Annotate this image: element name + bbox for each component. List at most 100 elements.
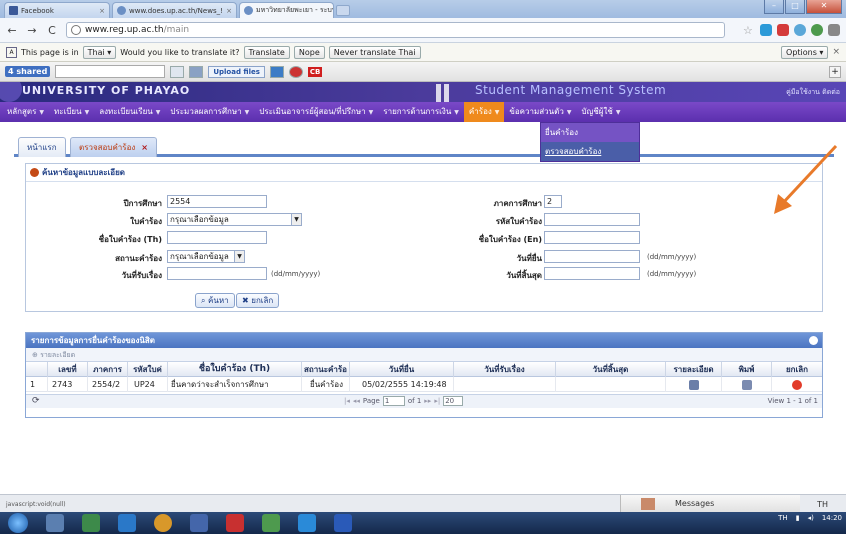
record-icon[interactable] <box>288 65 303 78</box>
year-input[interactable]: 2554 <box>167 195 267 208</box>
menu-item-account[interactable]: บัญชีผู้ใช้ ▼ <box>576 102 625 122</box>
menu-item-requests[interactable]: คำร้อง ▼ <box>463 102 505 122</box>
app-icon[interactable] <box>262 514 280 532</box>
detail-toolbar-button[interactable]: ⊕ รายละเอียด <box>32 351 75 359</box>
submit-date-input[interactable] <box>544 250 640 263</box>
pocket-icon[interactable] <box>777 24 789 36</box>
last-page-icon[interactable]: ▸| <box>434 397 440 405</box>
name-en-input[interactable] <box>544 231 640 244</box>
plus-icon[interactable]: + <box>829 65 841 78</box>
browser-tab-news[interactable]: www.does.up.ac.th/News_! × <box>112 2 237 18</box>
menu-item-grades[interactable]: ประมวลผลการศึกษา ▼ <box>165 102 254 122</box>
cb-button[interactable]: CB <box>307 66 323 77</box>
address-bar[interactable]: www.reg.up.ac.th/main <box>66 22 725 38</box>
star-icon[interactable]: ☆ <box>743 24 755 37</box>
maximize-button[interactable]: □ <box>785 0 805 14</box>
end-date-input[interactable] <box>544 267 640 280</box>
form-select[interactable]: กรุณาเลือกข้อมูล ▼ <box>167 213 302 226</box>
reload-icon[interactable]: C <box>46 24 58 37</box>
dropdown-item-check-request[interactable]: ตรวจสอบคำร้อง <box>541 142 639 161</box>
never-translate-button[interactable]: Never translate Thai <box>328 45 421 59</box>
search-button[interactable]: ⌕ ค้นหา <box>195 293 235 308</box>
language-select[interactable]: Thai ▾ <box>82 45 117 59</box>
minimize-button[interactable]: – <box>764 0 784 14</box>
code-input[interactable] <box>544 213 640 226</box>
close-icon[interactable]: × <box>141 143 148 152</box>
close-window-button[interactable]: ✕ <box>806 0 842 14</box>
column-header-name[interactable]: ชื่อใบคำร้อง (Th) <box>168 362 302 377</box>
shared-button[interactable]: 4 shared <box>5 66 51 77</box>
collapse-icon[interactable] <box>809 336 818 345</box>
semester-input[interactable]: 2 <box>544 195 562 208</box>
printer-icon[interactable] <box>741 379 752 390</box>
menu-item-evaluation[interactable]: ประเมินอาจารย์ผู้สอน/ที่ปรึกษา ▼ <box>254 102 378 122</box>
column-header-term[interactable]: ภาคการ <box>88 362 128 377</box>
media-player-icon[interactable] <box>46 514 64 532</box>
ie-icon[interactable] <box>118 514 136 532</box>
skype-icon[interactable] <box>298 514 316 532</box>
volume-icon[interactable]: ◂) <box>808 514 814 522</box>
menu-item-registry[interactable]: ทะเบียน ▼ <box>49 102 94 122</box>
browser-tab-reg[interactable]: มหาวิทยาลัยพะเยา - ระบบบริ × <box>239 2 334 18</box>
tab-home[interactable]: หน้าแรก <box>18 137 66 157</box>
start-button[interactable] <box>8 513 28 533</box>
share-icon[interactable] <box>269 65 284 78</box>
chrome-icon[interactable] <box>154 514 172 532</box>
pdf-icon[interactable] <box>226 514 244 532</box>
extension-icon[interactable] <box>794 24 806 36</box>
cancel-button[interactable]: ✖ ยกเลิก <box>236 293 280 308</box>
tray-language[interactable]: TH <box>778 514 788 522</box>
forward-arrow-icon[interactable]: → <box>26 24 38 37</box>
column-header-code[interactable]: รหัสใบค่ <box>128 362 168 377</box>
table-row[interactable]: 1 2743 2554/2 UP24 ยื่นคาดว่าจะสำเร็จการ… <box>26 377 822 392</box>
dropdown-icon[interactable] <box>170 65 185 78</box>
column-header-submitted[interactable]: วันที่ยื่น <box>350 362 454 377</box>
app-icon[interactable] <box>190 514 208 532</box>
collapse-icon[interactable] <box>30 168 39 177</box>
menu-item-enroll[interactable]: ลงทะเบียนเรียน ▼ <box>94 102 165 122</box>
language-indicator[interactable]: TH <box>817 500 828 509</box>
refresh-icon[interactable]: ⟳ <box>32 396 40 406</box>
tab-check-request[interactable]: ตรวจสอบคำร้อง × <box>70 137 157 157</box>
app-icon[interactable] <box>82 514 100 532</box>
close-icon[interactable]: × <box>99 7 105 15</box>
new-tab-button[interactable] <box>336 5 350 16</box>
column-header-print[interactable]: พิมพ์ <box>722 362 772 377</box>
name-th-input[interactable] <box>167 231 267 244</box>
nope-button[interactable]: Nope <box>293 45 325 59</box>
extension-icon[interactable] <box>760 24 772 36</box>
options-button[interactable]: Options ▾ <box>781 45 829 59</box>
toolbar-search-input[interactable] <box>55 65 166 78</box>
menu-item-finance[interactable]: รายการด้านการเงิน ▼ <box>378 102 464 122</box>
menu-item-messages[interactable]: ข้อความส่วนตัว ▼ <box>504 102 576 122</box>
back-arrow-icon[interactable]: ← <box>6 24 18 37</box>
clock[interactable]: 14:20 <box>822 514 842 522</box>
messages-panel[interactable]: Messages <box>620 495 800 513</box>
column-header-number[interactable]: เลขที่ <box>48 362 88 377</box>
column-header-ended[interactable]: วันที่สิ้นสุด <box>556 362 666 377</box>
header-links[interactable]: คู่มือใช้งาน ติดต่อ <box>786 87 840 98</box>
search-panel-header[interactable]: ค้นหาข้อมูลแบบละเอียด <box>26 164 822 182</box>
status-select[interactable]: กรุณาเลือกข้อมูล ▼ <box>167 250 245 263</box>
word-icon[interactable] <box>334 514 352 532</box>
column-header-detail[interactable]: รายละเอียด <box>666 362 722 377</box>
browser-tab-facebook[interactable]: Facebook × <box>4 2 110 18</box>
column-header-received[interactable]: วันที่รับเรื่อง <box>454 362 556 377</box>
dropdown-item-submit-request[interactable]: ยื่นคำร้อง <box>541 123 639 142</box>
settings-icon[interactable] <box>189 65 204 78</box>
column-header-cancel[interactable]: ยกเลิก <box>772 362 822 377</box>
wrench-icon[interactable] <box>828 24 840 36</box>
translate-button[interactable]: Translate <box>243 45 290 59</box>
rows-per-page-select[interactable]: 20 <box>443 396 464 406</box>
next-page-icon[interactable]: ▸▸ <box>424 397 431 405</box>
magnifier-icon[interactable] <box>688 379 699 390</box>
upload-files-button[interactable]: Upload files <box>208 65 265 78</box>
receive-date-input[interactable] <box>167 267 267 280</box>
menu-item-curriculum[interactable]: หลักสูตร ▼ <box>2 102 49 122</box>
delete-icon[interactable] <box>792 379 802 390</box>
prev-page-icon[interactable]: ◂◂ <box>353 397 360 405</box>
close-icon[interactable]: × <box>226 7 232 15</box>
extension-icon[interactable] <box>811 24 823 36</box>
column-header-status[interactable]: สถานะคำร้อ <box>302 362 350 377</box>
network-icon[interactable]: ▮ <box>796 514 800 522</box>
